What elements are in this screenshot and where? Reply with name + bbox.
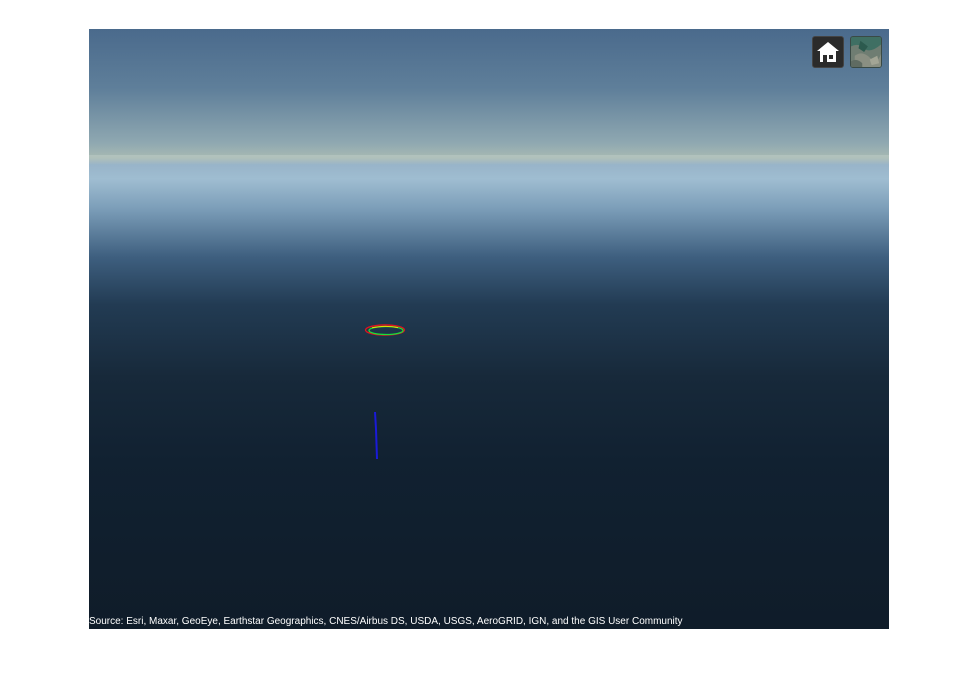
home-button[interactable] xyxy=(812,36,844,68)
basemap-imagery-icon xyxy=(851,37,881,67)
basemap-picker-button[interactable] xyxy=(850,36,882,68)
ground-track-line[interactable] xyxy=(374,411,378,460)
home-icon xyxy=(817,42,839,62)
globe-viewer[interactable]: Source: Esri, Maxar, GeoEye, Earthstar G… xyxy=(89,29,889,629)
viewer-toolbar xyxy=(812,36,882,68)
scene-overlay xyxy=(364,324,406,460)
attribution-text: Source: Esri, Maxar, GeoEye, Earthstar G… xyxy=(89,616,683,627)
orbit-ring[interactable] xyxy=(364,324,406,336)
figure-window: Source: Esri, Maxar, GeoEye, Earthstar G… xyxy=(0,0,980,693)
